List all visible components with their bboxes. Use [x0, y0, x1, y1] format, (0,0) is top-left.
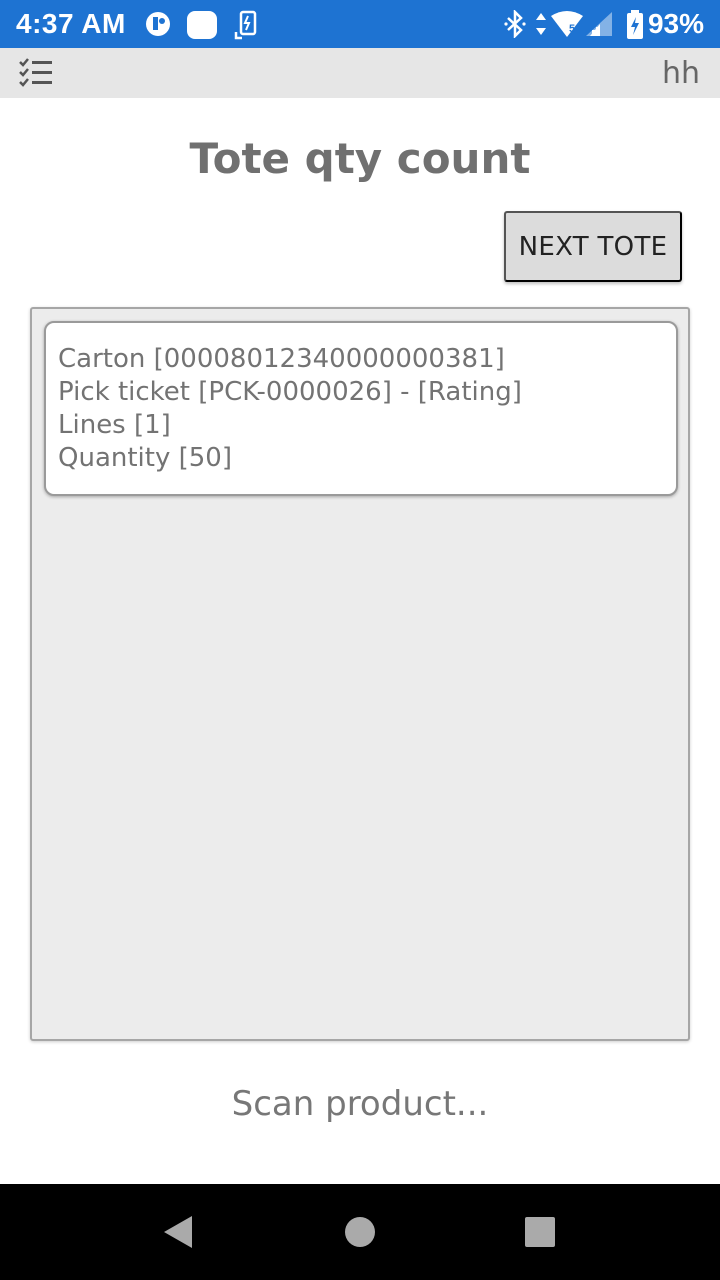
checklist-menu-icon[interactable] — [18, 57, 54, 89]
status-time: 4:37 AM — [16, 8, 126, 39]
app-notification-icon-2 — [187, 11, 217, 39]
carton-list[interactable]: Carton [00008012340000000381] Pick ticke… — [30, 307, 690, 1041]
bluetooth-icon — [504, 10, 526, 38]
lines-count: Lines [1] — [58, 410, 171, 440]
battery-charging-icon — [627, 10, 643, 39]
next-tote-button[interactable]: NEXT TOTE — [504, 211, 682, 282]
data-transfer-icon — [536, 13, 546, 35]
wifi-icon: 5 — [551, 11, 583, 37]
app-notification-icon — [146, 12, 170, 36]
back-icon[interactable] — [162, 1215, 194, 1249]
top-toolbar: hh — [0, 48, 720, 98]
pick-ticket: Pick ticket [PCK-0000026] - [Rating] — [58, 377, 522, 407]
quantity-count: Quantity [50] — [58, 443, 232, 473]
svg-text:5: 5 — [569, 23, 575, 35]
navigation-bar — [0, 1184, 720, 1280]
page-title: Tote qty count — [189, 134, 531, 183]
signal-icon — [586, 12, 612, 36]
recents-icon[interactable] — [524, 1216, 556, 1248]
home-icon[interactable] — [344, 1216, 376, 1248]
scan-prompt: Scan product... — [231, 1084, 489, 1124]
carton-id: Carton [00008012340000000381] — [58, 344, 505, 374]
download-icon — [234, 10, 257, 40]
user-initials[interactable]: hh — [662, 56, 700, 91]
status-bar: 4:37 AM 5 93% — [0, 0, 720, 48]
battery-percentage: 93% — [647, 8, 704, 39]
carton-card[interactable]: Carton [00008012340000000381] Pick ticke… — [44, 321, 678, 496]
